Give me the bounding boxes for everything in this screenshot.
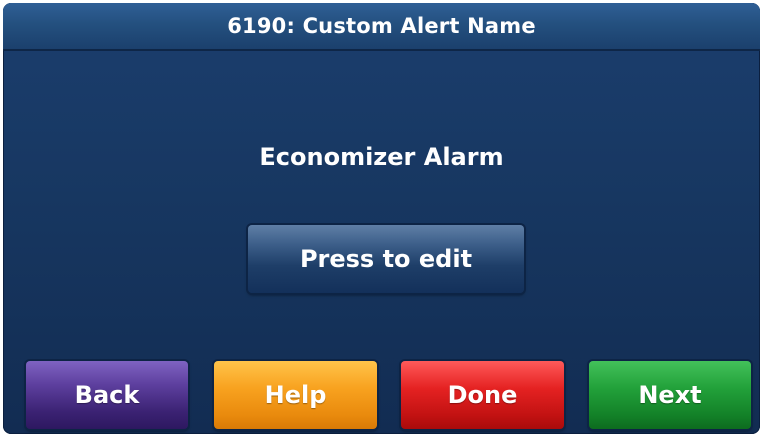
done-button-label: Done: [447, 381, 518, 409]
next-button-label: Next: [638, 381, 702, 409]
next-button[interactable]: Next: [589, 361, 751, 429]
press-to-edit-label: Press to edit: [299, 245, 473, 273]
done-button[interactable]: Done: [401, 361, 564, 429]
help-button-label: Help: [264, 381, 327, 409]
help-button[interactable]: Help: [214, 361, 377, 429]
thermostat-screen: 6190: Custom Alert Name Economizer Alarm…: [3, 3, 760, 434]
back-button[interactable]: Back: [26, 361, 188, 429]
back-button-label: Back: [74, 381, 140, 409]
alert-name-text: Economizer Alarm: [259, 143, 504, 171]
press-to-edit-button[interactable]: Press to edit: [248, 225, 524, 293]
screen-title: 6190: Custom Alert Name: [3, 3, 760, 51]
